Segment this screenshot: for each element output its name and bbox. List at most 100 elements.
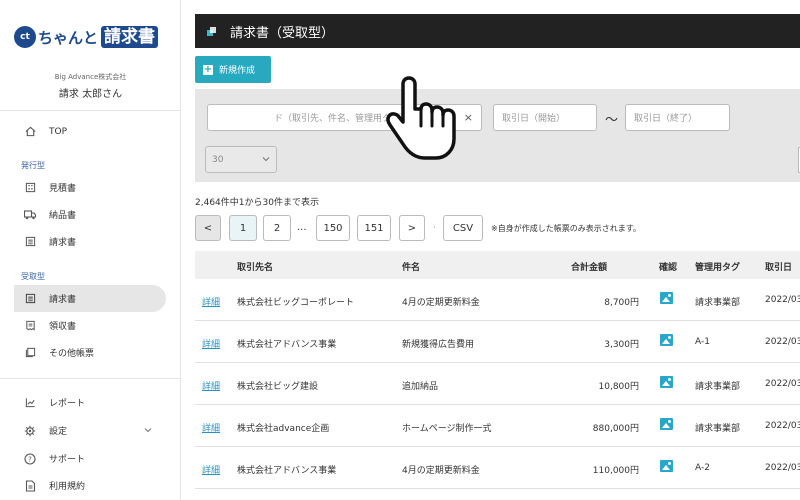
brand-squares-icon <box>207 26 216 36</box>
detail-link[interactable]: 詳細 <box>202 463 220 476</box>
new-create-button[interactable]: + 新規作成 <box>195 56 271 83</box>
document-icon <box>24 479 36 492</box>
table-row: 詳細 株式会社ビッグ建設 追加納品 10,800円 請求事業部 2022/03 <box>195 363 800 405</box>
main-content: 請求書（受取型） + 新規作成 ド（取引先、件名、管理用タグ） × 取引日（開始… <box>181 0 800 500</box>
sidebar-item-label: その他帳票 <box>49 349 95 359</box>
sidebar-item-receipt[interactable]: 領収書 <box>14 312 166 339</box>
chevron-down-icon <box>262 155 270 164</box>
detail-link[interactable]: 詳細 <box>202 421 220 434</box>
sidebar-item-label: 利用規約 <box>49 482 86 492</box>
cell-partner: 株式会社アドバンス事業 <box>237 466 337 476</box>
sidebar-item-support[interactable]: ? サポート <box>14 445 166 472</box>
csv-button[interactable]: CSV <box>443 215 483 241</box>
cell-date: 2022/03 <box>765 463 800 473</box>
table-row: 詳細 株式会社ビッグコーポレート 4月の定期更新料金 8,700円 請求事業部 2022/… <box>195 279 800 321</box>
per-page-value: 30 <box>212 154 224 165</box>
receipt-icon <box>24 320 36 332</box>
sidebar-item-invoice-issue[interactable]: 請求書 <box>14 228 166 255</box>
date-to-placeholder: 取引日（終了） <box>634 114 698 124</box>
cell-subject: ホームページ制作一式 <box>402 424 492 434</box>
cell-tag: A-2 <box>695 463 710 473</box>
page-header: 請求書（受取型） <box>195 14 800 48</box>
sidebar-divider <box>0 378 181 379</box>
hand-pointer-icon <box>386 76 456 160</box>
column-date: 取引日 <box>765 263 793 273</box>
detail-link[interactable]: 詳細 <box>202 337 220 350</box>
sidebar-item-label: サポート <box>49 455 86 465</box>
cell-amount: 110,000円 <box>592 466 639 476</box>
sidebar-item-label: TOP <box>49 126 68 137</box>
cell-date: 2022/03 <box>765 421 800 431</box>
list-icon <box>24 236 36 248</box>
logo-text-highlight: 請求書 <box>101 26 159 48</box>
list-icon <box>24 293 36 305</box>
pagination-prev-button[interactable]: < <box>195 215 221 241</box>
new-create-label: 新規作成 <box>219 66 256 76</box>
image-preview-icon[interactable] <box>660 292 673 304</box>
sidebar-item-delivery[interactable]: 納品書 <box>14 201 166 228</box>
column-check: 確認 <box>659 263 678 273</box>
cell-partner: 株式会社アドバンス事業 <box>237 340 337 350</box>
filter-panel: ド（取引先、件名、管理用タグ） × 取引日（開始） 〜 取引日（終了） 30 <box>195 89 800 182</box>
cell-subject: 追加納品 <box>402 382 439 392</box>
clear-icon[interactable]: × <box>464 111 473 124</box>
company-name: Big Advance株式会社 <box>54 73 127 81</box>
user-name: 請求 太郎さん <box>58 89 123 100</box>
sidebar-item-label: レポート <box>49 399 86 409</box>
chevron-down-icon <box>144 426 152 435</box>
table-header: 取引先名 件名 合計金額 確認 管理用タグ 取引日 <box>195 251 800 279</box>
pagination-page-1[interactable]: 1 <box>229 215 257 241</box>
detail-link[interactable]: 詳細 <box>202 295 220 308</box>
column-subject: 件名 <box>402 263 421 273</box>
sidebar-item-terms[interactable]: 利用規約 <box>14 472 166 499</box>
column-amount: 合計金額 <box>571 263 608 273</box>
date-range-separator: 〜 <box>605 113 619 128</box>
cell-date: 2022/03 <box>765 379 800 389</box>
pagination-page-150[interactable]: 150 <box>316 215 350 241</box>
sidebar: ct ちゃんと 請求書 Big Advance株式会社 請求 太郎さん TOP … <box>0 0 181 500</box>
detail-link[interactable]: 詳細 <box>202 379 220 392</box>
logo-text: ちゃんと <box>38 28 99 47</box>
pagination-next-button[interactable]: > <box>399 215 425 241</box>
logo-mark-icon: ct <box>14 26 36 48</box>
section-receive: 受取型 <box>21 272 45 281</box>
sidebar-item-estimate[interactable]: 見積書 <box>14 174 166 201</box>
cell-partner: 株式会社ビッグ建設 <box>237 382 319 392</box>
cell-subject: 4月の定期更新料金 <box>402 298 480 308</box>
own-documents-note: ※自身が作成した帳票のみ表示されます。 <box>491 224 641 233</box>
sidebar-item-invoice-receive[interactable]: 請求書 <box>14 285 166 312</box>
cell-date: 2022/03 <box>765 337 800 347</box>
cell-tag: A-1 <box>695 337 710 347</box>
documents-icon <box>24 347 36 359</box>
sidebar-item-top[interactable]: TOP <box>14 118 166 145</box>
app-logo[interactable]: ct ちゃんと 請求書 <box>14 26 159 48</box>
pagination-ellipsis: ... <box>297 222 307 233</box>
per-page-select[interactable]: 30 <box>205 146 277 173</box>
pagination-page-151[interactable]: 151 <box>357 215 391 241</box>
image-preview-icon[interactable] <box>660 418 673 430</box>
column-tag: 管理用タグ <box>695 263 741 273</box>
cell-tag: 請求事業部 <box>695 424 741 434</box>
truck-icon <box>24 209 36 221</box>
date-from-input[interactable]: 取引日（開始） <box>493 104 597 131</box>
date-to-input[interactable]: 取引日（終了） <box>625 104 730 131</box>
sidebar-item-label: 納品書 <box>49 211 77 221</box>
image-preview-icon[interactable] <box>660 334 673 346</box>
cell-subject: 新規獲得広告費用 <box>402 340 475 350</box>
pagination-page-2[interactable]: 2 <box>263 215 291 241</box>
sidebar-item-report[interactable]: レポート <box>14 389 166 416</box>
cell-amount: 880,000円 <box>592 424 639 434</box>
plus-icon: + <box>203 63 213 75</box>
sidebar-item-settings[interactable]: 設定 <box>14 417 166 444</box>
sidebar-divider <box>0 110 181 111</box>
sidebar-item-label: 設定 <box>49 427 68 437</box>
image-preview-icon[interactable] <box>660 460 673 472</box>
sidebar-item-other-docs[interactable]: その他帳票 <box>14 339 166 366</box>
date-from-placeholder: 取引日（開始） <box>502 114 566 124</box>
table-row: 詳細 株式会社アドバンス事業 4月の定期更新料金 110,000円 A-2 2022/03 <box>195 447 800 489</box>
sidebar-item-label: 請求書 <box>49 295 77 305</box>
image-preview-icon[interactable] <box>660 376 673 388</box>
svg-text:?: ? <box>28 455 32 463</box>
page-title: 請求書（受取型） <box>230 25 335 41</box>
calculator-icon <box>24 182 36 194</box>
